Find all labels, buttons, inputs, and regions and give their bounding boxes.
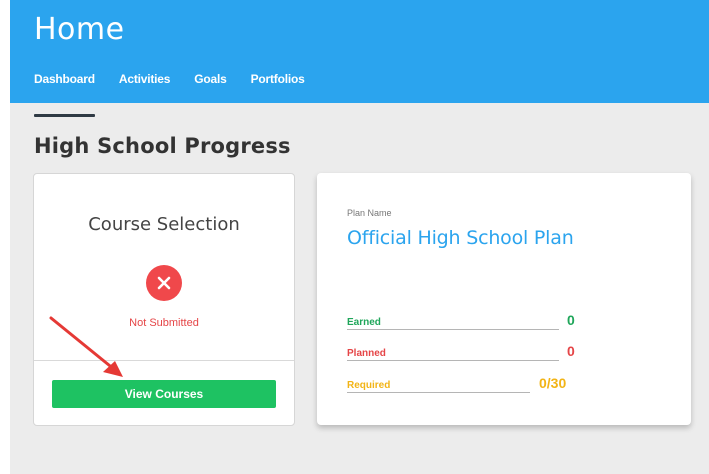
stat-label-earned: Earned: [347, 317, 381, 328]
tab-dashboard[interactable]: Dashboard: [34, 72, 95, 117]
view-courses-button[interactable]: View Courses: [52, 380, 276, 408]
plan-name-link[interactable]: Official High School Plan: [347, 227, 574, 249]
stat-label-required: Required: [347, 380, 391, 391]
stat-underline: [347, 329, 559, 330]
x-circle-icon: [146, 265, 182, 301]
plan-card: Plan Name Official High School Plan Earn…: [317, 173, 691, 425]
stat-value-required: 0/30: [539, 375, 567, 391]
stat-underline: [347, 392, 530, 393]
tab-goals[interactable]: Goals: [194, 72, 227, 103]
x-mark-icon: [157, 276, 171, 290]
stat-value-planned: 0: [567, 343, 575, 359]
stat-label-planned: Planned: [347, 348, 386, 359]
page: Home Dashboard Activities Goals Portfoli…: [0, 0, 709, 474]
stat-value-earned: 0: [567, 312, 575, 328]
annotation-arrow-icon: [49, 316, 123, 377]
top-header: Home Dashboard Activities Goals Portfoli…: [10, 0, 709, 117]
section-title: High School Progress: [34, 134, 291, 158]
tab-activities[interactable]: Activities: [119, 72, 171, 103]
stat-row-earned: Earned 0: [347, 310, 595, 330]
stat-row-required: Required 0/30: [347, 373, 607, 393]
page-title: Home: [34, 12, 125, 47]
course-selection-title: Course Selection: [88, 214, 240, 235]
stat-row-planned: Planned 0: [347, 341, 595, 361]
stat-underline: [347, 360, 559, 361]
plan-name-label: Plan Name: [347, 208, 392, 218]
course-selection-card: Course Selection Not Submitted View Cour…: [33, 173, 295, 426]
nav-tabs: Dashboard Activities Goals Portfolios: [34, 72, 329, 117]
tab-portfolios[interactable]: Portfolios: [251, 72, 305, 103]
